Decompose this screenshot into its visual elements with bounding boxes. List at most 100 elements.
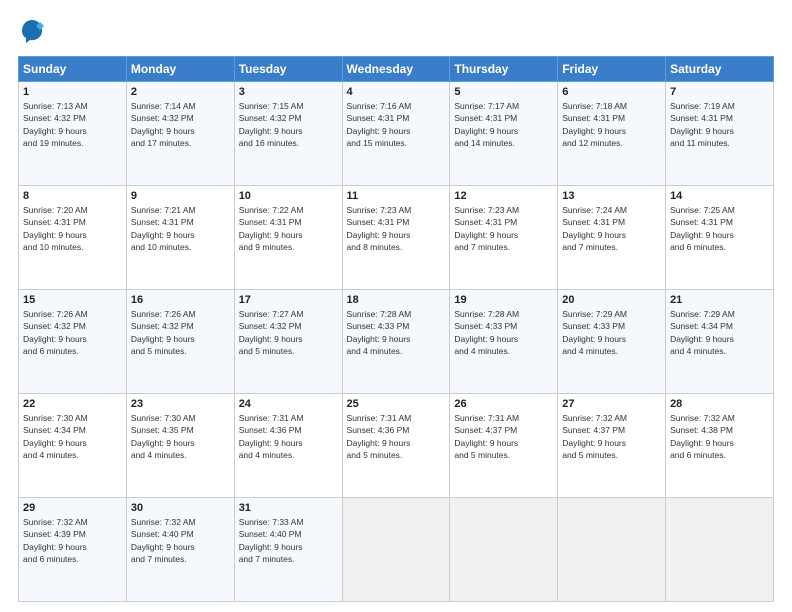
day-number: 2	[131, 86, 230, 98]
day-number: 5	[454, 86, 553, 98]
calendar-cell	[342, 498, 450, 602]
day-number: 14	[670, 190, 769, 202]
calendar-cell: 30Sunrise: 7:32 AM Sunset: 4:40 PM Dayli…	[126, 498, 234, 602]
day-info: Sunrise: 7:19 AM Sunset: 4:31 PM Dayligh…	[670, 100, 769, 149]
calendar-header: SundayMondayTuesdayWednesdayThursdayFrid…	[19, 57, 774, 82]
calendar-cell: 13 Sunrise: 7:24 AM Sunset: 4:31 PM Dayli…	[558, 186, 666, 290]
day-number: 27	[562, 398, 661, 410]
day-number: 9	[131, 190, 230, 202]
calendar-cell: 2 Sunrise: 7:14 AM Sunset: 4:32 PM Daylig…	[126, 82, 234, 186]
day-info: Sunrise: 7:28 AM Sunset: 4:33 PM Dayligh…	[347, 308, 446, 357]
calendar-cell: 22Sunrise: 7:30 AM Sunset: 4:34 PM Dayli…	[19, 394, 127, 498]
calendar-row-1: 1 Sunrise: 7:13 AM Sunset: 4:32 PM Daylig…	[19, 82, 774, 186]
calendar-cell: 29 Sunrise: 7:32 AM Sunset: 4:39 PM Dayli…	[19, 498, 127, 602]
day-info: Sunrise: 7:26 AM Sunset: 4:32 PM Dayligh…	[131, 308, 230, 357]
calendar-cell: 23 Sunrise: 7:30 AM Sunset: 4:35 PM Dayli…	[126, 394, 234, 498]
calendar-cell: 11 Sunrise: 7:23 AM Sunset: 4:31 PM Dayli…	[342, 186, 450, 290]
day-info: Sunrise: 7:30 AM Sunset: 4:34 PM Dayligh…	[23, 412, 122, 461]
calendar-cell: 6 Sunrise: 7:18 AM Sunset: 4:31 PM Daylig…	[558, 82, 666, 186]
day-info: Sunrise: 7:20 AM Sunset: 4:31 PM Dayligh…	[23, 204, 122, 253]
calendar-body: 1 Sunrise: 7:13 AM Sunset: 4:32 PM Daylig…	[19, 82, 774, 602]
calendar-cell	[558, 498, 666, 602]
day-number: 19	[454, 294, 553, 306]
day-number: 31	[239, 502, 338, 514]
calendar-cell: 26Sunrise: 7:31 AM Sunset: 4:37 PM Dayli…	[450, 394, 558, 498]
day-info: Sunrise: 7:24 AM Sunset: 4:31 PM Dayligh…	[562, 204, 661, 253]
calendar-cell: 28 Sunrise: 7:32 AM Sunset: 4:38 PM Dayli…	[666, 394, 774, 498]
calendar-cell: 12 Sunrise: 7:23 AM Sunset: 4:31 PM Dayli…	[450, 186, 558, 290]
day-number: 17	[239, 294, 338, 306]
day-info: Sunrise: 7:32 AM Sunset: 4:37 PM Dayligh…	[562, 412, 661, 461]
calendar-cell: 5 Sunrise: 7:17 AM Sunset: 4:31 PM Daylig…	[450, 82, 558, 186]
day-number: 21	[670, 294, 769, 306]
calendar-cell: 10Sunrise: 7:22 AM Sunset: 4:31 PM Dayli…	[234, 186, 342, 290]
calendar-cell: 1 Sunrise: 7:13 AM Sunset: 4:32 PM Daylig…	[19, 82, 127, 186]
day-info: Sunrise: 7:15 AM Sunset: 4:32 PM Dayligh…	[239, 100, 338, 149]
day-info: Sunrise: 7:18 AM Sunset: 4:31 PM Dayligh…	[562, 100, 661, 149]
day-number: 13	[562, 190, 661, 202]
calendar-cell: 8Sunrise: 7:20 AM Sunset: 4:31 PM Daylig…	[19, 186, 127, 290]
day-info: Sunrise: 7:31 AM Sunset: 4:37 PM Dayligh…	[454, 412, 553, 461]
day-info: Sunrise: 7:31 AM Sunset: 4:36 PM Dayligh…	[347, 412, 446, 461]
page: SundayMondayTuesdayWednesdayThursdayFrid…	[0, 0, 792, 612]
day-number: 20	[562, 294, 661, 306]
day-info: Sunrise: 7:23 AM Sunset: 4:31 PM Dayligh…	[347, 204, 446, 253]
day-info: Sunrise: 7:29 AM Sunset: 4:34 PM Dayligh…	[670, 308, 769, 357]
day-info: Sunrise: 7:27 AM Sunset: 4:32 PM Dayligh…	[239, 308, 338, 357]
day-number: 3	[239, 86, 338, 98]
logo-icon	[18, 18, 46, 46]
calendar-row-2: 8Sunrise: 7:20 AM Sunset: 4:31 PM Daylig…	[19, 186, 774, 290]
day-info: Sunrise: 7:32 AM Sunset: 4:39 PM Dayligh…	[23, 516, 122, 565]
calendar-cell	[666, 498, 774, 602]
day-number: 7	[670, 86, 769, 98]
day-number: 12	[454, 190, 553, 202]
calendar-cell: 15Sunrise: 7:26 AM Sunset: 4:32 PM Dayli…	[19, 290, 127, 394]
calendar-cell: 16 Sunrise: 7:26 AM Sunset: 4:32 PM Dayli…	[126, 290, 234, 394]
calendar-table: SundayMondayTuesdayWednesdayThursdayFrid…	[18, 56, 774, 602]
day-info: Sunrise: 7:30 AM Sunset: 4:35 PM Dayligh…	[131, 412, 230, 461]
day-number: 10	[239, 190, 338, 202]
calendar-cell: 24 Sunrise: 7:31 AM Sunset: 4:36 PM Dayli…	[234, 394, 342, 498]
day-number: 18	[347, 294, 446, 306]
day-number: 1	[23, 86, 122, 98]
day-info: Sunrise: 7:31 AM Sunset: 4:36 PM Dayligh…	[239, 412, 338, 461]
day-info: Sunrise: 7:14 AM Sunset: 4:32 PM Dayligh…	[131, 100, 230, 149]
header-sunday: Sunday	[19, 57, 127, 82]
header-monday: Monday	[126, 57, 234, 82]
day-number: 6	[562, 86, 661, 98]
calendar-cell: 21 Sunrise: 7:29 AM Sunset: 4:34 PM Dayli…	[666, 290, 774, 394]
day-info: Sunrise: 7:28 AM Sunset: 4:33 PM Dayligh…	[454, 308, 553, 357]
day-number: 24	[239, 398, 338, 410]
calendar-cell: 18 Sunrise: 7:28 AM Sunset: 4:33 PM Dayli…	[342, 290, 450, 394]
day-info: Sunrise: 7:32 AM Sunset: 4:40 PM Dayligh…	[131, 516, 230, 565]
logo	[18, 18, 50, 46]
header-thursday: Thursday	[450, 57, 558, 82]
day-number: 29	[23, 502, 122, 514]
header-friday: Friday	[558, 57, 666, 82]
calendar-cell: 9 Sunrise: 7:21 AM Sunset: 4:31 PM Daylig…	[126, 186, 234, 290]
calendar-row-5: 29 Sunrise: 7:32 AM Sunset: 4:39 PM Dayli…	[19, 498, 774, 602]
day-info: Sunrise: 7:32 AM Sunset: 4:38 PM Dayligh…	[670, 412, 769, 461]
calendar-row-3: 15Sunrise: 7:26 AM Sunset: 4:32 PM Dayli…	[19, 290, 774, 394]
calendar-cell: 31 Sunrise: 7:33 AM Sunset: 4:40 PM Dayli…	[234, 498, 342, 602]
calendar-cell	[450, 498, 558, 602]
calendar-cell: 17 Sunrise: 7:27 AM Sunset: 4:32 PM Dayli…	[234, 290, 342, 394]
calendar-row-4: 22Sunrise: 7:30 AM Sunset: 4:34 PM Dayli…	[19, 394, 774, 498]
day-number: 16	[131, 294, 230, 306]
day-info: Sunrise: 7:29 AM Sunset: 4:33 PM Dayligh…	[562, 308, 661, 357]
day-number: 11	[347, 190, 446, 202]
day-number: 28	[670, 398, 769, 410]
day-info: Sunrise: 7:21 AM Sunset: 4:31 PM Dayligh…	[131, 204, 230, 253]
day-info: Sunrise: 7:17 AM Sunset: 4:31 PM Dayligh…	[454, 100, 553, 149]
day-number: 4	[347, 86, 446, 98]
header-tuesday: Tuesday	[234, 57, 342, 82]
day-number: 23	[131, 398, 230, 410]
calendar-cell: 27 Sunrise: 7:32 AM Sunset: 4:37 PM Dayli…	[558, 394, 666, 498]
calendar-cell: 4Sunrise: 7:16 AM Sunset: 4:31 PM Daylig…	[342, 82, 450, 186]
day-info: Sunrise: 7:13 AM Sunset: 4:32 PM Dayligh…	[23, 100, 122, 149]
day-info: Sunrise: 7:33 AM Sunset: 4:40 PM Dayligh…	[239, 516, 338, 565]
day-info: Sunrise: 7:23 AM Sunset: 4:31 PM Dayligh…	[454, 204, 553, 253]
header-row: SundayMondayTuesdayWednesdayThursdayFrid…	[19, 57, 774, 82]
calendar-cell: 3 Sunrise: 7:15 AM Sunset: 4:32 PM Daylig…	[234, 82, 342, 186]
header-wednesday: Wednesday	[342, 57, 450, 82]
